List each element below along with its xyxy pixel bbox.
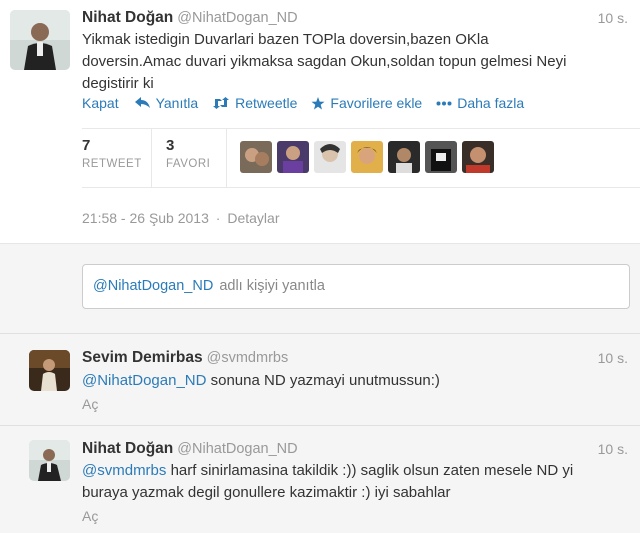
reply-button[interactable]: Yanıtla: [134, 95, 199, 111]
meta-separator: ·: [215, 210, 221, 226]
collapse-link[interactable]: Kapat: [82, 95, 119, 111]
more-label: Daha fazla: [457, 95, 525, 111]
favorite-stat[interactable]: 3 FAVORI: [166, 137, 210, 170]
tweet-actions: Kapat Yanıtla Retweetle Favorilere ekle …: [82, 95, 538, 111]
tweet-text-line: harf sinirlamasina takildik :)) saglik o…: [170, 462, 574, 479]
author-name-text[interactable]: Sevim Demirbas: [82, 349, 203, 366]
reply-input[interactable]: @NihatDogan_ND adlı kişiyi yanıtla: [82, 264, 630, 309]
reply-placeholder: adlı kişiyi yanıtla: [219, 278, 325, 294]
tweet-text: @svmdmrbs harf sinirlamasina takildik :)…: [82, 460, 637, 504]
favorite-count: 3: [166, 137, 175, 154]
details-link[interactable]: Detaylar: [227, 210, 279, 226]
reply-mention: @NihatDogan_ND: [93, 278, 214, 294]
author-name[interactable]: Sevim Demirbas @svmdmrbs: [82, 349, 288, 367]
tweet-text-line: Yikmak istedigin Duvarlari bazen TOPla d…: [82, 31, 489, 48]
tweet-time[interactable]: 10 s.: [598, 441, 628, 457]
reply-tweet[interactable]: Nihat Doğan @NihatDogan_ND 10 s. @svmdmrb…: [0, 425, 640, 533]
retweet-label: Retweetle: [235, 95, 298, 111]
author-name[interactable]: Nihat Doğan @NihatDogan_ND: [82, 9, 298, 27]
avatar[interactable]: [10, 10, 70, 70]
tweet-text-line: degistirir ki: [82, 75, 154, 92]
reply-label: Yanıtla: [155, 95, 199, 111]
favorite-count-label: FAVORI: [166, 158, 211, 170]
main-tweet: Nihat Doğan @NihatDogan_ND 10 s. Yikmak i…: [0, 0, 640, 243]
favorite-label: Favorilere ekle: [330, 95, 423, 111]
tweet-text: Yikmak istedigin Duvarlari bazen TOPla d…: [82, 29, 632, 95]
favorite-button[interactable]: Favorilere ekle: [311, 95, 422, 111]
stat-divider: [151, 129, 152, 187]
open-link[interactable]: Aç: [82, 508, 98, 524]
mention-link[interactable]: @NihatDogan_ND: [82, 372, 206, 389]
favoriter-avatar[interactable]: [462, 141, 494, 173]
tweet-text-line: buraya yazmak degil gonullere kazimaktir…: [82, 484, 451, 501]
favoriter-avatar[interactable]: [314, 141, 346, 173]
tweet-timestamp[interactable]: 21:58 - 26 Şub 2013: [82, 210, 209, 226]
more-button[interactable]: Daha fazla: [436, 95, 524, 111]
retweet-icon: [213, 97, 230, 109]
avatar[interactable]: [29, 350, 70, 391]
favoriter-avatar[interactable]: [240, 141, 272, 173]
author-handle[interactable]: @svmdmrbs: [207, 350, 289, 366]
retweet-button[interactable]: Retweetle: [212, 95, 297, 111]
author-handle[interactable]: @NihatDogan_ND: [177, 10, 297, 26]
author-name-text[interactable]: Nihat Doğan: [82, 9, 173, 26]
mention-link[interactable]: @svmdmrbs: [82, 462, 166, 479]
author-name[interactable]: Nihat Doğan @NihatDogan_ND: [82, 440, 298, 458]
avatar[interactable]: [29, 440, 70, 481]
star-icon: [311, 96, 325, 109]
favoriter-avatar[interactable]: [425, 141, 457, 173]
tweet-text-line: sonuna ND yazmayi unutmussun:): [210, 372, 440, 389]
tweet-time[interactable]: 10 s.: [598, 10, 628, 26]
tweet-time[interactable]: 10 s.: [598, 350, 628, 366]
retweet-stat[interactable]: 7 RETWEET: [82, 137, 142, 170]
tweet-text-line: doversin.Amac duvari yikmaksa sagdan Oku…: [82, 53, 567, 70]
reply-icon: [134, 97, 150, 108]
reply-tweet[interactable]: Sevim Demirbas @svmdmrbs 10 s. @NihatDoga…: [0, 333, 640, 425]
favoriter-avatar[interactable]: [351, 141, 383, 173]
author-handle[interactable]: @NihatDogan_ND: [177, 441, 297, 457]
favoriter-avatar[interactable]: [388, 141, 420, 173]
author-name-text[interactable]: Nihat Doğan: [82, 440, 173, 457]
favoriter-avatar[interactable]: [277, 141, 309, 173]
retweet-count: 7: [82, 137, 91, 154]
tweet-meta: 21:58 - 26 Şub 2013 · Detaylar: [82, 210, 279, 226]
open-link[interactable]: Aç: [82, 396, 98, 412]
retweet-count-label: RETWEET: [82, 158, 142, 170]
more-dots-icon: [436, 101, 452, 105]
stat-divider: [226, 129, 227, 187]
tweet-text: @NihatDogan_ND sonuna ND yazmayi unutmus…: [82, 370, 632, 392]
